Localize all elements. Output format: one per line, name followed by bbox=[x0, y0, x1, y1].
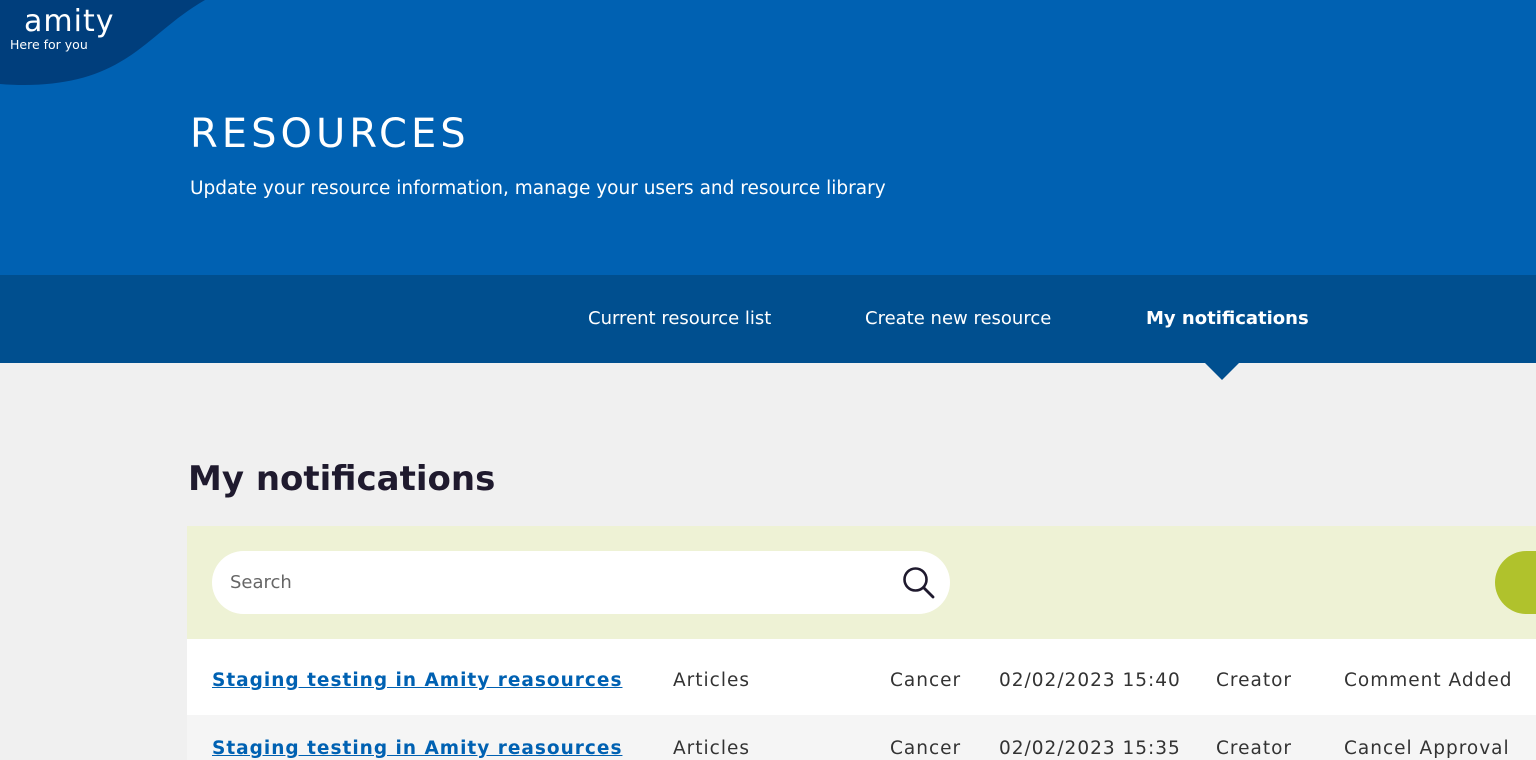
search-box bbox=[212, 551, 950, 614]
hero-banner: amity Here for you RESOURCES Update your… bbox=[0, 0, 1536, 275]
search-input[interactable] bbox=[230, 551, 890, 614]
active-tab-indicator bbox=[1205, 363, 1239, 380]
search-icon[interactable] bbox=[902, 566, 936, 600]
notification-category: Articles bbox=[673, 738, 750, 759]
notification-topic: Cancer bbox=[890, 738, 962, 759]
notification-action: Cancel Approval bbox=[1344, 738, 1510, 759]
tab-my-notifications[interactable]: My notifications bbox=[1146, 275, 1309, 363]
logo-wordmark: amity bbox=[24, 4, 115, 39]
section-title: My notifications bbox=[188, 459, 496, 499]
search-panel bbox=[187, 526, 1536, 639]
logo-link[interactable]: amity Here for you bbox=[0, 0, 130, 60]
filter-button[interactable] bbox=[1495, 551, 1536, 614]
page-subtitle: Update your resource information, manage… bbox=[190, 178, 886, 199]
notification-role: Creator bbox=[1216, 738, 1293, 759]
notification-role: Creator bbox=[1216, 670, 1293, 691]
tab-create-new-resource[interactable]: Create new resource bbox=[865, 275, 1051, 363]
notification-datetime: 02/02/2023 15:40 bbox=[999, 670, 1181, 691]
notification-category: Articles bbox=[673, 670, 750, 691]
notification-datetime: 02/02/2023 15:35 bbox=[999, 738, 1181, 759]
page-title: RESOURCES bbox=[190, 111, 470, 157]
tab-current-resource-list[interactable]: Current resource list bbox=[588, 275, 771, 363]
resource-nav: Current resource list Create new resourc… bbox=[0, 275, 1536, 363]
table-row: Staging testing in Amity reasources Arti… bbox=[187, 715, 1536, 760]
page: amity Here for you RESOURCES Update your… bbox=[0, 0, 1536, 760]
notification-action: Comment Added bbox=[1344, 670, 1513, 691]
notification-topic: Cancer bbox=[890, 670, 962, 691]
notifications-table: Staging testing in Amity reasources Arti… bbox=[187, 639, 1536, 760]
notification-title-link[interactable]: Staging testing in Amity reasources bbox=[212, 639, 622, 715]
logo-tagline: Here for you bbox=[10, 37, 88, 52]
notification-title-link[interactable]: Staging testing in Amity reasources bbox=[212, 715, 622, 760]
table-row: Staging testing in Amity reasources Arti… bbox=[187, 639, 1536, 715]
